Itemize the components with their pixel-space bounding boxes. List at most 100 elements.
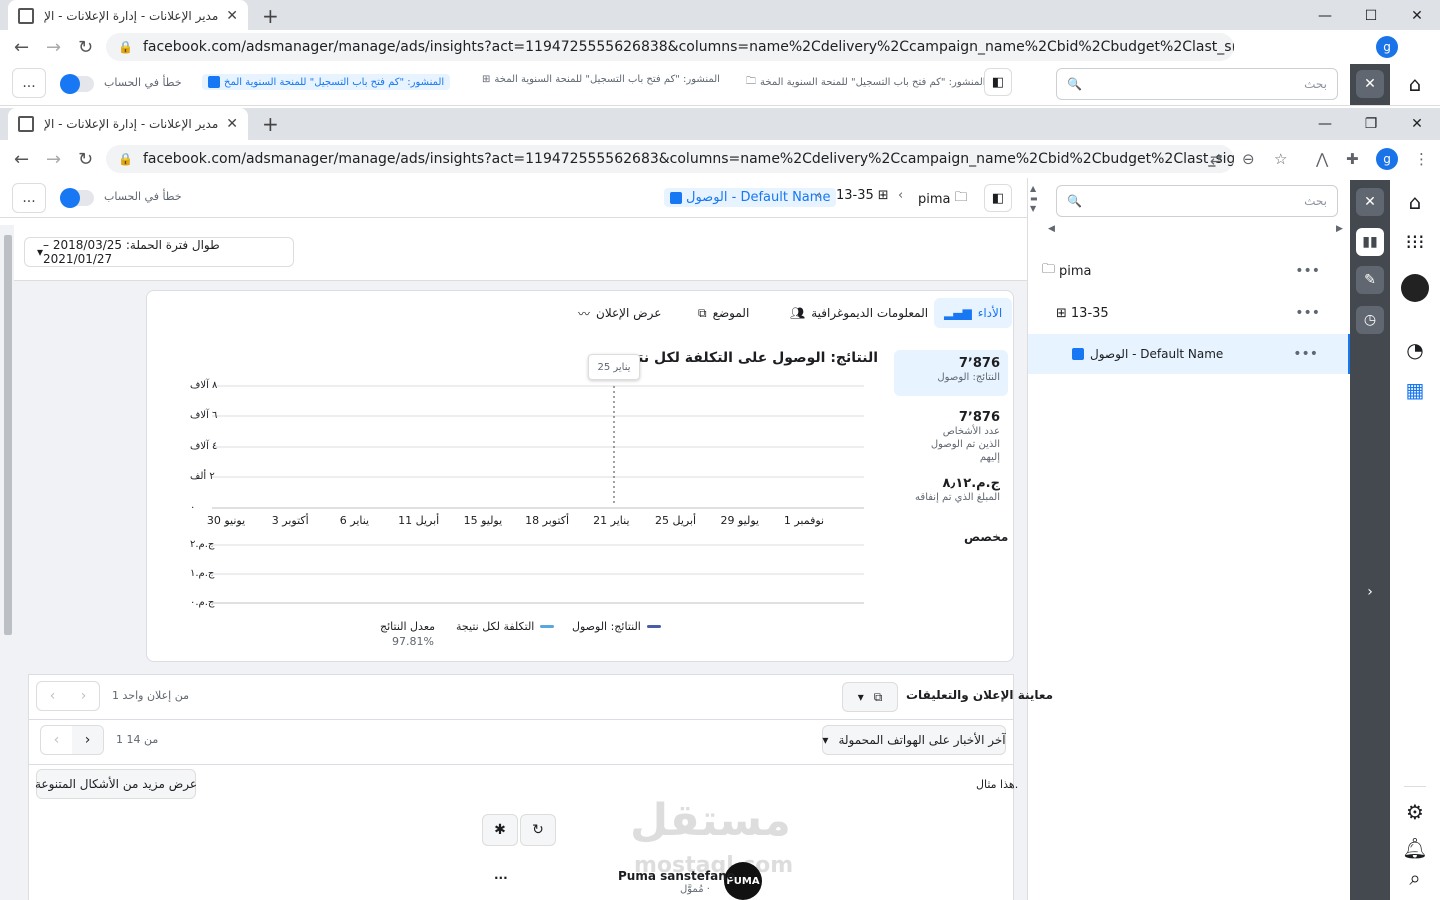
apps-grid-icon[interactable]: ⁝⁝⁝ [1390, 230, 1440, 254]
dashboard-gauge-icon[interactable]: ◔ [1390, 338, 1440, 362]
account-avatar[interactable] [1401, 274, 1429, 302]
tab-placement[interactable]: ⧉ الموضع [698, 298, 749, 328]
preview-title: معاينة الإعلان والتعليقات [906, 688, 1054, 702]
reload-icon[interactable]: ↻ [78, 149, 93, 170]
tab-demographics[interactable]: 👥︎ المعلومات الديموغرافية [790, 298, 928, 328]
profile-avatar[interactable]: g [1376, 148, 1398, 170]
breadcrumb-campaign[interactable]: 🗀 المنشور: "كم فتح باب التسجيل" للمنحة ال… [746, 74, 986, 91]
scroll-left-icon[interactable]: ◀ [1048, 224, 1055, 234]
zoom-icon[interactable]: ⊖ [1242, 150, 1255, 168]
search-icon[interactable]: ⌕ [1390, 866, 1440, 890]
sidepanel-toggle-button[interactable]: ◧ [984, 184, 1012, 212]
breadcrumb-campaign[interactable]: pima 🗀 [918, 188, 968, 210]
page-pager: ‹ › [40, 725, 104, 755]
more-formats-button[interactable]: عرض مزيد من الأشكال المتنوعة [35, 769, 197, 799]
maximize-icon[interactable]: ☐ [1348, 0, 1394, 32]
delivery-icon: 〰 [578, 306, 591, 321]
home-icon[interactable]: ⌂ [1390, 190, 1440, 214]
extension-a-icon[interactable]: ⋀ [1316, 150, 1328, 168]
toggle-switch[interactable] [60, 74, 94, 94]
minimize-icon[interactable]: — [1302, 0, 1348, 32]
breadcrumb-adset[interactable]: ⊞ المنشور: "كم فتح باب التسجيل" للمنحة ال… [482, 74, 720, 85]
tree-item-campaign[interactable]: 🗀 pima ••• [1028, 251, 1350, 291]
sidepanel-toggle-button[interactable]: ◧ [984, 68, 1012, 96]
scroll-right-icon[interactable]: ▶ [1336, 224, 1343, 234]
prev-icon[interactable]: ‹ [41, 726, 72, 754]
history-icon[interactable]: ◷ [1356, 306, 1384, 334]
address-bar[interactable]: 🔒 facebook.com/adsmanager/manage/ads/ins… [106, 145, 1234, 173]
next-icon[interactable]: › [72, 726, 103, 754]
vertical-scrollbar[interactable] [0, 225, 14, 900]
toggle-switch[interactable] [60, 188, 94, 208]
grid-icon: ⊞ [482, 74, 491, 85]
share-dropdown-button[interactable]: ▾ ⧉ [842, 682, 898, 712]
search-input[interactable]: 🔍 بحث [1056, 68, 1338, 100]
tree-item-ad[interactable]: الوصول - Default Name ••• [1028, 334, 1350, 374]
close-window-icon[interactable]: ✕ [1394, 108, 1440, 140]
settings-gear-icon[interactable]: ⚙ [1390, 800, 1440, 824]
bug-report-icon[interactable]: ✱ [482, 814, 518, 846]
home-icon[interactable]: ⌂ [1390, 72, 1440, 96]
custom-label: مخصص [964, 530, 1009, 544]
expand-chevron-icon[interactable]: › [1356, 578, 1384, 606]
more-icon[interactable]: ••• [1293, 346, 1318, 362]
browser-tab[interactable]: ✕ مدير الإعلانات - إدارة الإعلانات - الإ [8, 108, 248, 140]
refresh-icon[interactable]: ↻ [520, 814, 556, 846]
puzzle-icon[interactable]: ✚ [1346, 150, 1359, 168]
back-icon[interactable]: ← [14, 37, 29, 58]
prev-icon[interactable]: ‹ [37, 682, 68, 710]
address-bar[interactable]: 🔒 facebook.com/adsmanager/manage/ads/ins… [106, 33, 1234, 61]
breadcrumb-adset[interactable]: 13-35 ⊞ [836, 188, 889, 203]
more-button[interactable]: ... [12, 183, 46, 213]
window-controls: — ❐ ✕ [1302, 108, 1440, 140]
metric-results[interactable]: 7٬876 النتائج: الوصول [894, 350, 1008, 396]
chart-icon[interactable]: ▮▮ [1356, 228, 1384, 256]
profile-avatar[interactable]: g [1376, 36, 1398, 58]
tab-performance[interactable]: ▂▄▆ الأداء [934, 298, 1013, 328]
notifications-bell-icon[interactable]: 🔔︎ [1390, 836, 1440, 860]
metric-spend[interactable]: ج.م.٨٫١٢ المبلغ الذي تم إنفاقه [894, 476, 1008, 504]
date-range-selector[interactable]: ▾ طوال فترة الحملة: 2018/03/25 – 2021/01… [24, 237, 294, 267]
tab-strip: ✕ مدير الإعلانات - إدارة الإعلانات - الإ… [0, 108, 1440, 140]
new-tab-icon[interactable]: + [262, 4, 279, 28]
ad-count: 1 من إعلان واحد [112, 689, 189, 702]
close-window-icon[interactable]: ✕ [1394, 0, 1440, 32]
more-icon[interactable]: ••• [1295, 305, 1320, 321]
x-tick-label: 15 يوليو [463, 514, 503, 527]
kebab-menu-icon[interactable]: ⋮ [1414, 150, 1429, 168]
post-more-button[interactable]: ... [494, 868, 508, 882]
bookmark-star-icon[interactable]: ☆ [1274, 150, 1287, 168]
scroll-arrows-icon[interactable]: ▲ ▬ ▼ [1030, 184, 1040, 216]
browser-tab-back[interactable]: ✕ مدير الإعلانات - إدارة الإعلانات - الإ [8, 0, 248, 32]
example-label: هذا مثال. [976, 778, 1019, 791]
new-tab-icon[interactable]: + [262, 112, 279, 136]
edit-pencil-icon[interactable]: ✎ [1356, 266, 1384, 294]
placement-icon: ⧉ [698, 305, 707, 320]
forward-icon[interactable]: → [46, 37, 61, 58]
more-button[interactable]: ... [12, 68, 46, 98]
translate-icon[interactable]: ⇄ [1210, 150, 1223, 168]
search-input[interactable]: 🔍 بحث [1056, 185, 1338, 217]
close-icon[interactable]: ✕ [226, 8, 238, 24]
tree-item-adset[interactable]: ⊞ 13-35 ••• [1028, 293, 1350, 333]
close-panel-icon[interactable]: ✕ [1356, 70, 1384, 98]
placement-dropdown[interactable]: ▾ آخر الأخبار على الهواتف المحمولة [822, 725, 1006, 755]
close-icon[interactable]: ✕ [226, 116, 238, 132]
page-name[interactable]: Puma sanstefano [618, 869, 735, 883]
ad-icon [670, 191, 682, 204]
scrollbar-thumb[interactable] [4, 235, 12, 635]
back-icon[interactable]: ← [14, 149, 29, 170]
reload-icon[interactable]: ↻ [78, 37, 93, 58]
close-panel-icon[interactable]: ✕ [1356, 188, 1384, 216]
more-icon[interactable]: ••• [1295, 263, 1320, 279]
metric-reach[interactable]: 7٬876 عدد الأشخاص الذين تم الوصول إليهم [894, 410, 1008, 464]
next-icon[interactable]: › [68, 682, 99, 710]
forward-icon[interactable]: → [46, 149, 61, 170]
minimize-icon[interactable]: — [1302, 108, 1348, 140]
restore-icon[interactable]: ❐ [1348, 108, 1394, 140]
breadcrumb-ad[interactable]: المنشور: "كم فتح باب التسجيل" للمنحة الس… [202, 74, 451, 90]
tab-delivery[interactable]: 〰 عرض الإعلان [578, 298, 661, 328]
ads-table-icon[interactable]: ▦ [1390, 378, 1440, 402]
folder-icon: 🗀 [1042, 262, 1056, 277]
breadcrumb-ad[interactable]: الوصول - Default Name [664, 188, 837, 207]
